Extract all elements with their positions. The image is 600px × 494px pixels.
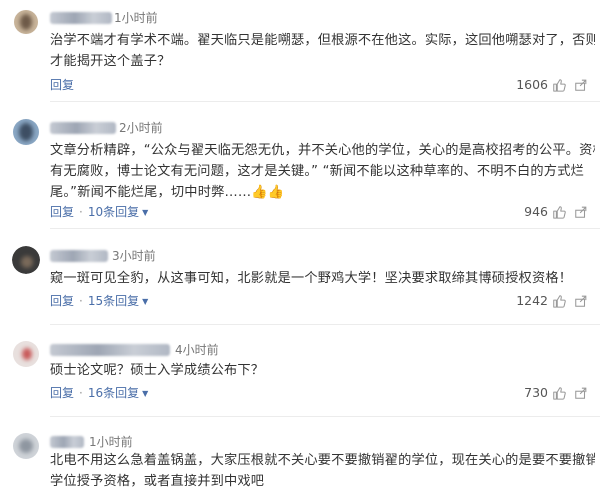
- comment-text: 北电不用这么急着盖锅盖，大家压根就不关心要不要撤销翟的学位，现在关心的是要不要撤…: [50, 450, 595, 492]
- comment-actions: 回复 · 10条回复 ▼: [50, 204, 148, 221]
- like-number: 946: [524, 204, 548, 219]
- comment-line: 治学不端才有学术不端。翟天临只是能嗍瑟，但根源不在他这。实际，这回他嗍瑟对了，否…: [50, 33, 595, 48]
- comment-line: 有无腐败，博士论文有无问题，这才是关键。” “新闻不能以这种草率的、不明不白的方…: [50, 164, 584, 179]
- reply-button[interactable]: 回复: [50, 294, 74, 308]
- avatar[interactable]: [12, 432, 40, 460]
- like-count[interactable]: 730: [524, 385, 588, 401]
- divider: [50, 101, 600, 102]
- comment-text: 文章分析精辟，“公众与翟天临无怨无仇，并不关心他的学位，关心的是高校招考的公平。…: [50, 140, 595, 203]
- comment-item: 1小时前 北电不用这么急着盖锅盖，大家压根就不关心要不要撤销翟的学位，现在关心的…: [0, 430, 600, 494]
- username-blurred[interactable]: [50, 436, 84, 448]
- divider: [50, 228, 600, 229]
- share-icon[interactable]: [574, 78, 588, 92]
- reply-button[interactable]: 回复: [50, 78, 74, 92]
- comment-line: 文章分析精辟，“公众与翟天临无怨无仇，并不关心他的学位，关心的是高校招考的公平。…: [50, 143, 595, 158]
- view-replies-button[interactable]: 16条回复: [88, 386, 139, 400]
- separator-dot: ·: [79, 386, 83, 400]
- view-replies-button[interactable]: 10条回复: [88, 205, 139, 219]
- comment-actions: 回复 · 16条回复 ▼: [50, 385, 148, 402]
- comment-line: 尾。”新闻不能烂尾，切中时弊……👍👍: [50, 185, 285, 200]
- thumbs-up-icon[interactable]: [552, 205, 566, 219]
- comment-line: 窥一斑可见全豹，从这事可知，北影就是一个野鸡大学！坚决要求取缔其博硕授权资格！: [50, 271, 573, 286]
- username-blurred[interactable]: [50, 12, 112, 24]
- thumbs-up-icon[interactable]: [552, 294, 566, 308]
- like-number: 730: [524, 385, 548, 400]
- comment-item: 2小时前 文章分析精辟，“公众与翟天临无怨无仇，并不关心他的学位，关心的是高校招…: [0, 116, 600, 229]
- comment-actions: 回复: [50, 77, 74, 93]
- comment-item: 1小时前 治学不端才有学术不端。翟天临只是能嗍瑟，但根源不在他这。实际，这回他嗍…: [0, 6, 600, 102]
- avatar[interactable]: [12, 8, 40, 36]
- caret-down-icon[interactable]: ▼: [142, 297, 148, 306]
- share-icon[interactable]: [574, 294, 588, 308]
- comment-actions: 回复 · 15条回复 ▼: [50, 293, 148, 310]
- share-icon[interactable]: [574, 386, 588, 400]
- like-count[interactable]: 1606: [516, 77, 588, 93]
- divider: [50, 416, 600, 417]
- caret-down-icon[interactable]: ▼: [142, 208, 148, 217]
- comment-time: 3小时前: [112, 249, 156, 263]
- avatar[interactable]: [12, 118, 40, 146]
- avatar[interactable]: [12, 246, 40, 274]
- comment-line: 北电不用这么急着盖锅盖，大家压根就不关心要不要撤销翟的学位，现在关心的是要不要撤…: [50, 453, 595, 468]
- username-blurred[interactable]: [50, 344, 170, 356]
- comment-text: 治学不端才有学术不端。翟天临只是能嗍瑟，但根源不在他这。实际，这回他嗍瑟对了，否…: [50, 30, 595, 72]
- separator-dot: ·: [79, 294, 83, 308]
- username-blurred[interactable]: [50, 122, 116, 134]
- view-replies-button[interactable]: 15条回复: [88, 294, 139, 308]
- share-icon[interactable]: [574, 205, 588, 219]
- like-count[interactable]: 1242: [516, 293, 588, 309]
- comment-item: 4小时前 硕士论文呢？硕士入学成绩公布下？ 回复 · 16条回复 ▼ 730: [0, 338, 600, 418]
- comment-time: 1小时前: [89, 435, 133, 449]
- like-number: 1606: [516, 77, 548, 92]
- comment-line: 学位授予资格，或者直接并到中戏吧: [50, 474, 265, 489]
- caret-down-icon[interactable]: ▼: [142, 389, 148, 398]
- thumbs-up-icon[interactable]: [552, 386, 566, 400]
- username-blurred[interactable]: [50, 250, 108, 262]
- comment-line: 硕士论文呢？硕士入学成绩公布下？: [50, 363, 265, 378]
- divider: [50, 324, 600, 325]
- comment-text: 硕士论文呢？硕士入学成绩公布下？: [50, 360, 595, 381]
- comment-line: 才能揭开这个盖子？: [50, 54, 171, 69]
- thumbs-up-icon[interactable]: [552, 78, 566, 92]
- comment-time: 1小时前: [114, 11, 158, 25]
- comment-item: 3小时前 窥一斑可见全豹，从这事可知，北影就是一个野鸡大学！坚决要求取缔其博硕授…: [0, 244, 600, 325]
- separator-dot: ·: [79, 205, 83, 219]
- like-number: 1242: [516, 293, 548, 308]
- comment-time: 2小时前: [119, 121, 163, 135]
- comment-text: 窥一斑可见全豹，从这事可知，北影就是一个野鸡大学！坚决要求取缔其博硕授权资格！: [50, 268, 595, 289]
- like-count[interactable]: 946: [524, 204, 588, 220]
- reply-button[interactable]: 回复: [50, 205, 74, 219]
- avatar[interactable]: [12, 340, 40, 368]
- reply-button[interactable]: 回复: [50, 386, 74, 400]
- comment-time: 4小时前: [175, 343, 219, 357]
